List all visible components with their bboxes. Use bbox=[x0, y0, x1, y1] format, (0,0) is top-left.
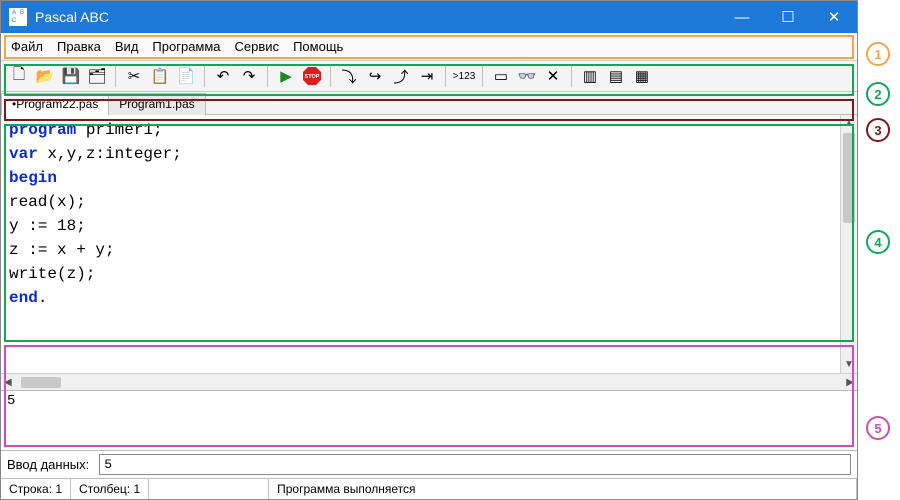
statusbar: Строка: 1 Столбец: 1 Программа выполняет… bbox=[1, 478, 857, 499]
input-field[interactable] bbox=[99, 454, 851, 475]
close-view-icon[interactable]: ✕ bbox=[541, 64, 565, 88]
window-icon[interactable]: ▭ bbox=[489, 64, 513, 88]
status-col: Столбец: 1 bbox=[71, 479, 149, 499]
step-out-icon[interactable]: ⤴ bbox=[389, 64, 413, 88]
scroll-down-icon[interactable]: ▼ bbox=[841, 356, 857, 373]
menu-item[interactable]: Файл bbox=[11, 39, 43, 54]
toolbar-separator bbox=[445, 65, 446, 87]
scroll-right-icon[interactable]: ▶ bbox=[846, 377, 854, 388]
callout-3: 3 bbox=[866, 118, 890, 142]
code-line: read(x); bbox=[9, 190, 832, 214]
code-line: var x,y,z:integer; bbox=[9, 142, 832, 166]
toolbar-separator bbox=[330, 65, 331, 87]
glasses-icon[interactable]: 👓 bbox=[515, 64, 539, 88]
callout-4: 4 bbox=[866, 230, 890, 254]
callout-1: 1 bbox=[866, 42, 890, 66]
tab-row: •Program22.pasProgram1.pas bbox=[1, 92, 857, 115]
panel-3-icon[interactable]: ▦ bbox=[630, 64, 654, 88]
maximize-button[interactable]: ☐ bbox=[765, 1, 811, 33]
menu-item[interactable]: Программа bbox=[152, 39, 220, 54]
code-line: write(z); bbox=[9, 262, 832, 286]
code-editor[interactable]: program primer1;var x,y,z:integer;beginr… bbox=[1, 115, 840, 373]
scroll-left-icon[interactable]: ◀ bbox=[4, 377, 12, 388]
run-to-cursor-icon[interactable]: ⇥ bbox=[415, 64, 439, 88]
panel-2-icon[interactable]: ▤ bbox=[604, 64, 628, 88]
scroll-thumb[interactable] bbox=[843, 133, 855, 223]
svg-text:STOP: STOP bbox=[305, 74, 320, 80]
paste-icon[interactable]: 📄 bbox=[174, 64, 198, 88]
toolbar-separator bbox=[571, 65, 572, 87]
menu-item[interactable]: Помощь bbox=[293, 39, 343, 54]
toolbar: 🗋📂💾🗂 ✂📋📄 ↶↷ ▶ STOP ⤵↪⤴⇥ >123 ▭👓✕ ▥▤▦ bbox=[1, 61, 857, 92]
vertical-scrollbar[interactable]: ▲ ▼ bbox=[840, 115, 857, 373]
close-button[interactable]: ✕ bbox=[811, 1, 857, 33]
status-message: Программа выполняется bbox=[269, 479, 857, 499]
output-panel: 5 bbox=[1, 390, 857, 450]
output-text: 5 bbox=[7, 393, 15, 409]
status-line: Строка: 1 bbox=[1, 479, 71, 499]
redo-icon[interactable]: ↷ bbox=[237, 64, 261, 88]
menu-item[interactable]: Сервис bbox=[235, 39, 280, 54]
code-line: y := 18; bbox=[9, 214, 832, 238]
input-label: Ввод данных: bbox=[7, 457, 89, 472]
code-line: z := x + y; bbox=[9, 238, 832, 262]
app-logo-icon: ABC bbox=[9, 8, 27, 26]
tab[interactable]: Program1.pas bbox=[108, 93, 205, 115]
run-icon[interactable]: ▶ bbox=[274, 64, 298, 88]
toolbar-separator bbox=[204, 65, 205, 87]
save-all-icon[interactable]: 🗂 bbox=[85, 64, 109, 88]
callout-2: 2 bbox=[866, 82, 890, 106]
save-icon[interactable]: 💾 bbox=[59, 64, 83, 88]
undo-icon[interactable]: ↶ bbox=[211, 64, 235, 88]
panel-1-icon[interactable]: ▥ bbox=[578, 64, 602, 88]
menubar: Файл Правка Вид Программа Сервис Помощь bbox=[1, 33, 857, 61]
minimize-button[interactable]: — bbox=[719, 1, 765, 33]
step-into-icon[interactable]: ⤵ bbox=[337, 64, 361, 88]
new-file-icon[interactable]: 🗋 bbox=[7, 64, 31, 88]
window-title: Pascal ABC bbox=[35, 9, 719, 25]
cut-icon[interactable]: ✂ bbox=[122, 64, 146, 88]
stop-icon[interactable]: STOP bbox=[300, 64, 324, 88]
tab[interactable]: •Program22.pas bbox=[1, 93, 109, 115]
watch-icon[interactable]: >123 bbox=[452, 64, 476, 88]
scroll-up-icon[interactable]: ▲ bbox=[841, 115, 857, 132]
menu-item[interactable]: Вид bbox=[115, 39, 139, 54]
copy-icon[interactable]: 📋 bbox=[148, 64, 172, 88]
step-over-icon[interactable]: ↪ bbox=[363, 64, 387, 88]
app-window: ABC Pascal ABC — ☐ ✕ Файл Правка Вид Програ… bbox=[0, 0, 858, 500]
code-line: end. bbox=[9, 286, 832, 310]
toolbar-separator bbox=[267, 65, 268, 87]
input-row: Ввод данных: bbox=[1, 450, 857, 478]
code-line: begin bbox=[9, 166, 832, 190]
open-file-icon[interactable]: 📂 bbox=[33, 64, 57, 88]
hscroll-thumb[interactable] bbox=[21, 377, 61, 388]
horizontal-scrollbar[interactable]: ◀ ▶ bbox=[1, 373, 857, 390]
callout-5: 5 bbox=[866, 416, 890, 440]
code-line: program primer1; bbox=[9, 118, 832, 142]
titlebar: ABC Pascal ABC — ☐ ✕ bbox=[1, 1, 857, 33]
toolbar-separator bbox=[482, 65, 483, 87]
toolbar-separator bbox=[115, 65, 116, 87]
annotation-column: 1 2 3 4 5 bbox=[858, 0, 900, 500]
menu-item[interactable]: Правка bbox=[57, 39, 101, 54]
